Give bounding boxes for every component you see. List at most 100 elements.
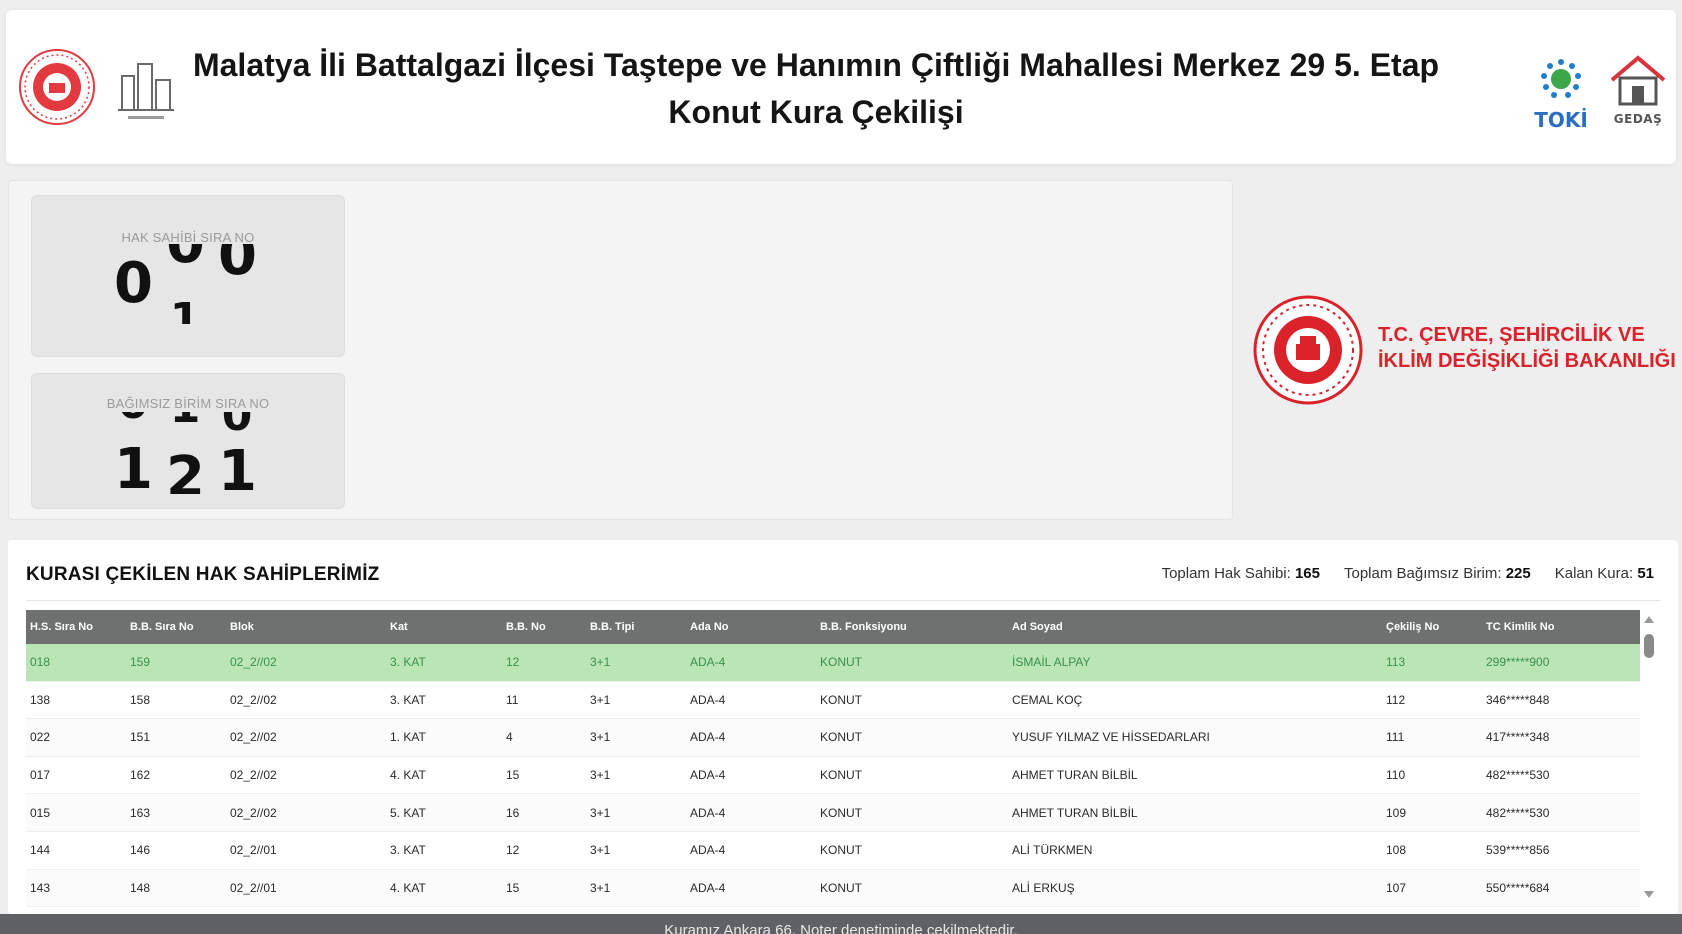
table-cell: 15 [506, 880, 520, 895]
table-row[interactable]: 022 151 02_2//02 1. KAT 4 3+1 ADA-4 KONUT YUSUF … [26, 719, 1640, 757]
digit-reel: 0 1 [114, 412, 152, 494]
digit-reel: 0 1 [218, 412, 256, 494]
digit: 0 [218, 244, 256, 288]
hak-sahibi-counter: HAK SAHİBİ SIRA NO 0 0 1 0 - [31, 195, 345, 357]
table-cell: ALİ ERKUŞ [1012, 880, 1075, 895]
table-cell: 02_2//01 [230, 880, 277, 895]
table-cell: 144 [30, 843, 51, 858]
toki-dots-icon [1541, 59, 1581, 98]
divider [26, 600, 1660, 601]
ministry-brand: T.C. ÇEVRE, ŞEHİRCİLİK VE İKLİM DEĞİŞİKL… [1252, 294, 1682, 408]
table-cell: 299*****900 [1486, 655, 1550, 670]
hak-sahibi-label: HAK SAHİBİ SIRA NO [121, 230, 255, 245]
page-title: Malatya İli Battalgazi İlçesi Taştepe ve… [176, 42, 1456, 136]
table-body: 018 159 02_2//02 3. KAT 12 3+1 ADA-4 KONUT İSMAİ… [26, 644, 1640, 908]
table-cell: 02_2//02 [230, 768, 277, 783]
table-cell: 3+1 [590, 692, 611, 707]
scroll-down-arrow-icon[interactable] [1644, 891, 1654, 898]
table-cell: 3+1 [590, 768, 611, 783]
digit-rolling: - [218, 298, 256, 324]
table-cell: 3. KAT [390, 692, 426, 707]
gedas-logo: GEDAŞ [1606, 52, 1670, 132]
column-header[interactable]: Çekiliş No [1382, 621, 1482, 633]
stat-remaining: Kalan Kura: 51 [1555, 565, 1654, 582]
table-cell: 022 [30, 730, 51, 745]
digit: 2 [166, 445, 204, 495]
column-header[interactable]: Ad Soyad [1008, 621, 1382, 633]
ministry-name-line1: T.C. ÇEVRE, ŞEHİRCİLİK VE [1378, 324, 1645, 346]
column-header[interactable]: H.S. Sıra No [26, 621, 126, 633]
table-cell: 346*****848 [1486, 692, 1550, 707]
digit-rolling: 1 [166, 412, 204, 438]
house-icon [1610, 55, 1666, 106]
column-header[interactable]: TC Kimlik No [1482, 621, 1640, 633]
table-cell: 12 [506, 843, 520, 858]
footer-marquee: Kuramız Ankara 66. Noter denetiminde çek… [0, 914, 1682, 934]
bagimsiz-birim-digits: 0 1 1 2 0 1 [114, 412, 256, 494]
stat-total-owner: Toplam Hak Sahibi: 165 [1162, 565, 1320, 582]
header-bar: Malatya İli Battalgazi İlçesi Taştepe ve… [6, 10, 1676, 164]
table-cell: 550*****684 [1486, 880, 1550, 895]
table-cell: ADA-4 [690, 805, 726, 820]
table-header: H.S. Sıra No B.B. Sıra No Blok Kat B.B. … [26, 610, 1640, 644]
table-row[interactable]: 017 162 02_2//02 4. KAT 15 3+1 ADA-4 KONUT AHMET… [26, 756, 1640, 795]
table-cell: 143 [30, 880, 51, 895]
table-cell: 158 [130, 692, 151, 707]
table-cell: ADA-4 [690, 692, 726, 707]
digit-reel: 0 [114, 244, 152, 324]
table-cell: KONUT [820, 692, 862, 707]
scroll-up-arrow-icon[interactable] [1644, 616, 1654, 623]
table-scrollbar[interactable] [1642, 616, 1656, 898]
scroll-thumb[interactable] [1644, 634, 1654, 658]
digit-reel: 0 1 [166, 244, 204, 324]
table-cell: 015 [30, 805, 51, 820]
ministry-name-line2: İKLİM DEĞİŞİKLİĞİ BAKANLIĞI [1378, 350, 1676, 372]
table-cell: KONUT [820, 768, 862, 783]
table-cell: 02_2//01 [230, 843, 277, 858]
table-row[interactable]: 015 163 02_2//02 5. KAT 16 3+1 ADA-4 KONUT AHMET… [26, 794, 1640, 832]
toki-text: TOKİ [1534, 108, 1588, 132]
bagimsiz-birim-label: BAĞIMSIZ BİRİM SIRA NO [106, 396, 270, 411]
table-cell: ALİ TÜRKMEN [1012, 843, 1093, 858]
table-cell: YUSUF YILMAZ VE HİSSEDARLARI [1012, 730, 1210, 745]
table-row[interactable]: 143 148 02_2//01 4. KAT 15 3+1 ADA-4 KONUT ALİ E… [26, 869, 1640, 908]
table-cell: 539*****856 [1486, 843, 1550, 858]
table-cell: 02_2//02 [230, 655, 277, 670]
table-cell: 138 [30, 692, 51, 707]
table-cell: AHMET TURAN BİLBİL [1012, 768, 1138, 783]
table-cell: 107 [1386, 880, 1407, 895]
table-cell: 4. KAT [390, 768, 426, 783]
table-row[interactable]: 144 146 02_2//01 3. KAT 12 3+1 ADA-4 KONUT ALİ T… [26, 831, 1640, 870]
column-header[interactable]: Blok [226, 621, 386, 633]
table-cell: 110 [1386, 768, 1406, 783]
table-cell: 3. KAT [390, 843, 426, 858]
table-cell: 4. KAT [390, 880, 426, 895]
digit: 1 [114, 437, 152, 495]
table-cell: 3+1 [590, 843, 611, 858]
column-header[interactable]: Kat [386, 621, 502, 633]
digit: 1 [218, 439, 256, 495]
table-cell: 3+1 [590, 655, 611, 670]
table-cell: AHMET TURAN BİLBİL [1012, 805, 1138, 820]
digit-rolling: 1 [169, 294, 201, 324]
table-cell: 3+1 [590, 730, 611, 745]
table-row[interactable]: 018 159 02_2//02 3. KAT 12 3+1 ADA-4 KONUT İSMAİ… [26, 644, 1640, 682]
column-header[interactable]: B.B. Fonksiyonu [816, 621, 1008, 633]
table-cell: 113 [1386, 655, 1406, 670]
table-cell: 109 [1386, 805, 1407, 820]
digit: 0 [114, 251, 152, 316]
column-header[interactable]: B.B. No [502, 621, 586, 633]
table-cell: 146 [130, 843, 151, 858]
table-cell: 112 [1386, 692, 1406, 707]
table-row[interactable]: 138 158 02_2//02 3. KAT 11 3+1 ADA-4 KONUT CEMAL… [26, 681, 1640, 720]
stat-value: 165 [1294, 565, 1320, 582]
ministry-name: T.C. ÇEVRE, ŞEHİRCİLİK VE İKLİM DEĞİŞİKL… [1378, 322, 1676, 374]
table-cell: ADA-4 [690, 730, 726, 745]
digit: 0 [166, 244, 204, 274]
column-header[interactable]: B.B. Sıra No [126, 621, 226, 633]
column-header[interactable]: B.B. Tipi [586, 621, 686, 633]
stat-value: 225 [1505, 565, 1531, 582]
column-header[interactable]: Ada No [686, 621, 816, 633]
table-cell: 15 [506, 768, 520, 783]
table-cell: ADA-4 [690, 843, 726, 858]
